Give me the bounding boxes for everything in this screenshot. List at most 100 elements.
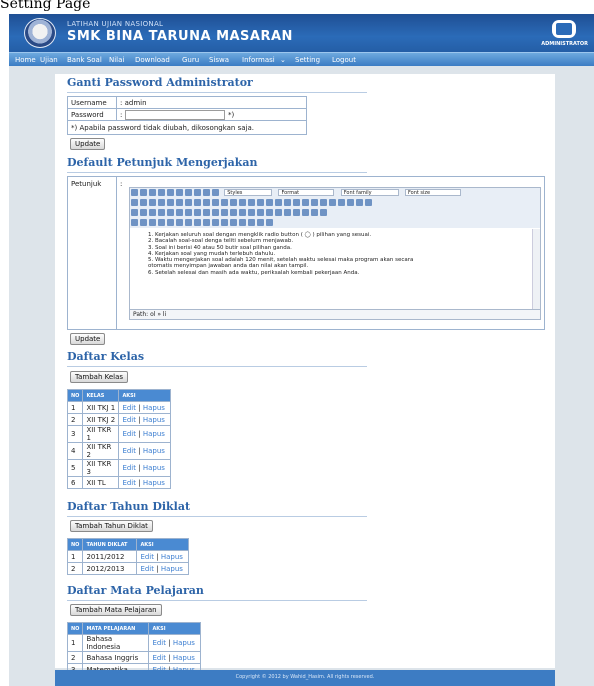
delete-row-icon[interactable] [167, 209, 174, 216]
italic-icon[interactable] [158, 189, 165, 196]
image-icon[interactable] [284, 199, 291, 206]
nav-setting[interactable]: Setting [292, 53, 323, 67]
subscript-icon[interactable] [239, 209, 246, 216]
delete-link[interactable]: Hapus [143, 416, 165, 424]
rtl-icon[interactable] [311, 209, 318, 216]
insert-row-icon[interactable] [158, 209, 165, 216]
delete-link[interactable]: Hapus [143, 479, 165, 487]
unlink-icon[interactable] [266, 199, 273, 206]
admin-icon[interactable] [552, 20, 576, 38]
strikethrough-icon[interactable] [176, 189, 183, 196]
outdent-icon[interactable] [212, 199, 219, 206]
redo-icon[interactable] [248, 199, 255, 206]
edit-link[interactable]: Edit [152, 639, 166, 647]
restore-draft-icon[interactable] [266, 219, 273, 226]
edit-link[interactable]: Edit [140, 565, 154, 573]
template-icon[interactable] [248, 219, 255, 226]
delete-col-icon[interactable] [185, 209, 192, 216]
preview-icon[interactable] [338, 199, 345, 206]
print-icon[interactable] [293, 209, 300, 216]
edit-link[interactable]: Edit [122, 430, 136, 438]
edit-link[interactable]: Edit [152, 654, 166, 662]
code-icon[interactable] [311, 199, 318, 206]
delete-link[interactable]: Hapus [143, 404, 165, 412]
delete-link[interactable]: Hapus [161, 553, 183, 561]
delete-link[interactable]: Hapus [143, 464, 165, 472]
table-icon[interactable] [131, 209, 138, 216]
rich-text-editor[interactable]: Styles Format Font family Font size 1. K… [129, 187, 541, 320]
text-color-icon[interactable] [356, 199, 363, 206]
ins-icon[interactable] [212, 219, 219, 226]
link-icon[interactable] [257, 199, 264, 206]
align-center-icon[interactable] [194, 189, 201, 196]
attribs-icon[interactable] [221, 219, 228, 226]
styleprops-icon[interactable] [167, 219, 174, 226]
edit-link[interactable]: Edit [122, 416, 136, 424]
petunjuk-update-button[interactable]: Update [70, 333, 106, 345]
number-list-icon[interactable] [203, 199, 210, 206]
add-tahun-button[interactable]: Tambah Tahun Diklat [70, 520, 153, 532]
ltr-icon[interactable] [302, 209, 309, 216]
fullscreen-icon[interactable] [320, 209, 327, 216]
edit-link[interactable]: Edit [122, 464, 136, 472]
pagebreak-icon[interactable] [257, 219, 264, 226]
paste-text-icon[interactable] [158, 199, 165, 206]
paste-word-icon[interactable] [167, 199, 174, 206]
remove-format-icon[interactable] [221, 209, 228, 216]
nav-bank-soal[interactable]: Bank Soal [64, 53, 105, 67]
nav-siswa[interactable]: Siswa [206, 53, 232, 67]
find-icon[interactable] [176, 199, 183, 206]
undo-icon[interactable] [239, 199, 246, 206]
align-left-icon[interactable] [185, 189, 192, 196]
background-color-icon[interactable] [365, 199, 372, 206]
copy-icon[interactable] [140, 199, 147, 206]
nav-ujian[interactable]: Ujian [37, 53, 61, 67]
nav-guru[interactable]: Guru [179, 53, 202, 67]
horizontal-rule-icon[interactable] [212, 209, 219, 216]
delete-link[interactable]: Hapus [143, 447, 165, 455]
insert-col-icon[interactable] [176, 209, 183, 216]
absolute-icon[interactable] [158, 219, 165, 226]
delete-link[interactable]: Hapus [173, 654, 195, 662]
delete-link[interactable]: Hapus [173, 639, 195, 647]
editor-scrollbar[interactable] [532, 229, 540, 309]
visual-aid-icon[interactable] [230, 209, 237, 216]
underline-icon[interactable] [167, 189, 174, 196]
nav-home[interactable]: Home [12, 53, 39, 67]
new-doc-icon[interactable] [140, 189, 147, 196]
bullet-list-icon[interactable] [194, 199, 201, 206]
delete-link[interactable]: Hapus [143, 430, 165, 438]
nav-download[interactable]: Download [132, 53, 173, 67]
cite-icon[interactable] [176, 219, 183, 226]
blockquote-icon[interactable] [230, 199, 237, 206]
paste-icon[interactable] [149, 199, 156, 206]
cleanup-icon[interactable] [293, 199, 300, 206]
font-size-select[interactable]: Font size [404, 189, 461, 196]
del-icon[interactable] [203, 219, 210, 226]
advanced-hr-icon[interactable] [284, 209, 291, 216]
media-icon[interactable] [275, 209, 282, 216]
replace-icon[interactable] [185, 199, 192, 206]
row-props-icon[interactable] [140, 209, 147, 216]
bold-icon[interactable] [149, 189, 156, 196]
split-cells-icon[interactable] [194, 209, 201, 216]
nav-nilai[interactable]: Nilai [106, 53, 127, 67]
save-icon[interactable] [131, 189, 138, 196]
edit-link[interactable]: Edit [140, 553, 154, 561]
nav-logout[interactable]: Logout [329, 53, 359, 67]
nav-informasi[interactable]: Informasi [239, 53, 278, 67]
superscript-icon[interactable] [248, 209, 255, 216]
indent-icon[interactable] [221, 199, 228, 206]
acronym-icon[interactable] [194, 219, 201, 226]
char-map-icon[interactable] [257, 209, 264, 216]
forward-icon[interactable] [140, 219, 147, 226]
format-select[interactable]: Format [278, 189, 335, 196]
cell-props-icon[interactable] [149, 209, 156, 216]
edit-link[interactable]: Edit [122, 404, 136, 412]
insert-time-icon[interactable] [329, 199, 336, 206]
anchor-icon[interactable] [275, 199, 282, 206]
nonbreaking-icon[interactable] [230, 219, 237, 226]
delete-link[interactable]: Hapus [161, 565, 183, 573]
abbr-icon[interactable] [185, 219, 192, 226]
insert-layer-icon[interactable] [131, 219, 138, 226]
